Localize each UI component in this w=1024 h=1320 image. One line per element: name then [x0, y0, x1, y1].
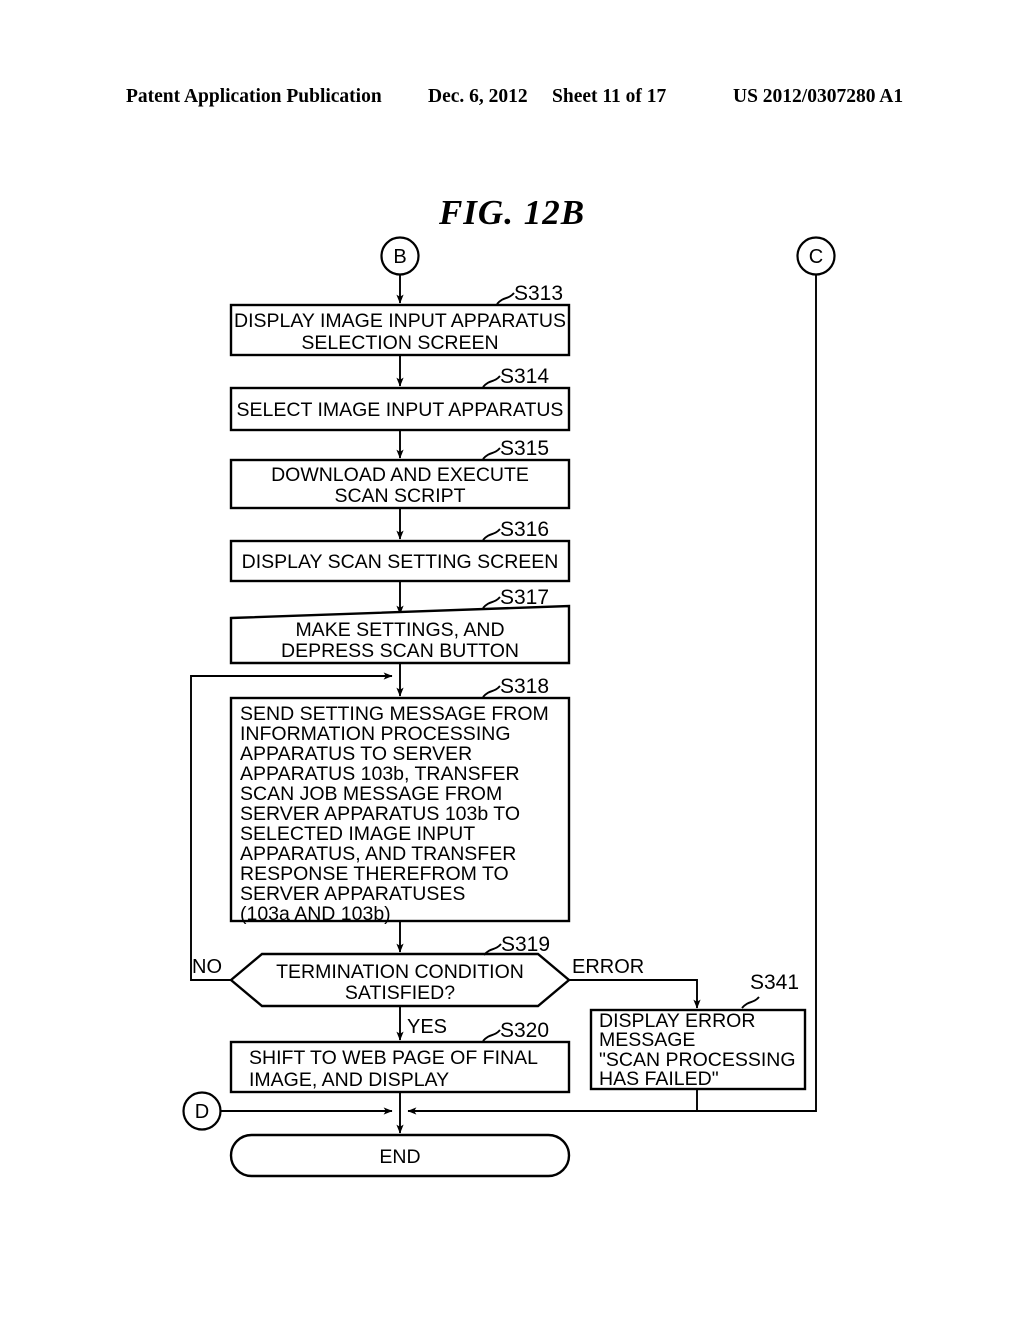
- step-s318-line-5: SERVER APPARATUS 103b TO: [240, 803, 520, 825]
- step-s317-line-0: MAKE SETTINGS, AND: [295, 619, 504, 641]
- connector-c-label: C: [809, 246, 823, 268]
- step-s318-line-6: SELECTED IMAGE INPUT: [240, 823, 475, 845]
- step-s316-leader: [482, 528, 501, 541]
- step-s318-label: S318: [500, 675, 549, 698]
- step-s341-label: S341: [750, 971, 799, 994]
- step-s313-leader: [496, 292, 515, 305]
- step-s313-line-1: SELECTION SCREEN: [301, 332, 498, 354]
- step-s318-leader: [482, 685, 501, 698]
- connector-c: C: [796, 236, 836, 276]
- step-s318-line-1: INFORMATION PROCESSING: [240, 723, 511, 745]
- step-s316-label: S316: [500, 518, 549, 541]
- edge-label-no: NO: [192, 956, 222, 978]
- terminator-end: END: [229, 1133, 571, 1178]
- step-s314-label: S314: [500, 365, 549, 388]
- step-s314-leader: [482, 375, 501, 388]
- step-s319-line-1: SATISFIED?: [345, 982, 455, 1004]
- step-s320-leader: [482, 1029, 501, 1042]
- step-s320-line-0: SHIFT TO WEB PAGE OF FINAL: [249, 1047, 538, 1069]
- patent-drawing-sheet: Patent Application Publication Dec. 6, 2…: [0, 0, 1024, 1320]
- step-s318-line-0: SEND SETTING MESSAGE FROM: [240, 703, 549, 725]
- step-s318-line-8: RESPONSE THEREFROM TO: [240, 863, 509, 885]
- connector-d-label: D: [195, 1101, 209, 1123]
- step-s317-leader: [482, 596, 501, 609]
- step-s318-line-3: APPARATUS 103b, TRANSFER: [240, 763, 520, 785]
- step-s314-line-0: SELECT IMAGE INPUT APPARATUS: [237, 399, 564, 421]
- step-s318-line-9: SERVER APPARATUSES: [240, 883, 465, 905]
- step-s319-label: S319: [501, 933, 550, 956]
- connector-b-label: B: [393, 246, 406, 268]
- edge-error-to-s341: [569, 979, 701, 1009]
- step-s320-label: S320: [500, 1019, 549, 1042]
- step-s317-line-1: DEPRESS SCAN BUTTON: [281, 640, 519, 662]
- edge-label-error: ERROR: [572, 956, 644, 978]
- step-s341: DISPLAY ERROR MESSAGE "SCAN PROCESSING H…: [589, 971, 807, 1091]
- step-s317-label: S317: [500, 586, 549, 609]
- step-s315-line-1: SCAN SCRIPT: [334, 485, 465, 507]
- step-s313-label: S313: [514, 282, 563, 305]
- step-s316-line-0: DISPLAY SCAN SETTING SCREEN: [242, 551, 559, 573]
- step-s315-line-0: DOWNLOAD AND EXECUTE: [271, 464, 529, 486]
- terminator-end-label: END: [379, 1146, 420, 1168]
- step-s318-line-7: APPARATUS, AND TRANSFER: [240, 843, 516, 865]
- step-s318-line-4: SCAN JOB MESSAGE FROM: [240, 783, 502, 805]
- step-s315-label: S315: [500, 437, 549, 460]
- step-s318: SEND SETTING MESSAGE FROM INFORMATION PR…: [229, 675, 571, 925]
- flowchart-diagram: B C D DISPLAY IMAGE INPUT APPARATUS SELE…: [182, 236, 836, 1178]
- step-s319-line-0: TERMINATION CONDITION: [276, 961, 524, 983]
- step-s315-leader: [482, 447, 501, 460]
- edge-label-yes: YES: [407, 1016, 447, 1038]
- connector-b: B: [380, 236, 420, 276]
- step-s341-leader: [741, 996, 760, 1009]
- step-s341-line-1: MESSAGE: [599, 1029, 695, 1051]
- step-s313-line-0: DISPLAY IMAGE INPUT APPARATUS: [234, 310, 566, 332]
- step-s318-line-2: APPARATUS TO SERVER: [240, 743, 472, 765]
- step-s320-line-1: IMAGE, AND DISPLAY: [249, 1069, 449, 1091]
- step-s318-line-10: (103a AND 103b): [240, 903, 391, 925]
- connector-d: D: [182, 1091, 222, 1131]
- step-s341-line-3: HAS FAILED": [599, 1068, 719, 1090]
